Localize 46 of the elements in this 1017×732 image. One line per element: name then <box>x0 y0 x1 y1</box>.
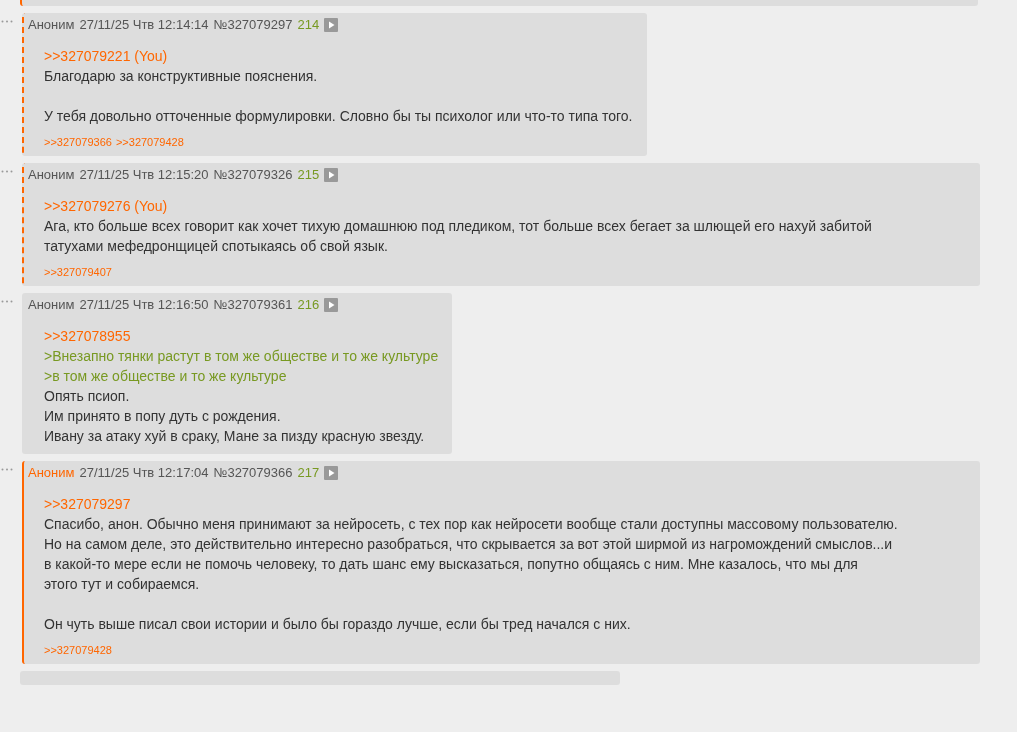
menu-dots-icon[interactable] <box>1 300 13 303</box>
post-text: татухами мефедронщицей спотыкаясь об свой язык. <box>44 237 389 256</box>
menu-dots-icon[interactable] <box>1 170 13 173</box>
post-date: 27/11/25 Чтв 12:17:04 <box>79 465 209 480</box>
post-text: в какой-то мере если не помочь человеку, то дать шанс ему высказаться, попутно общаясь с ним. Мне казалось, что мы для <box>44 555 859 574</box>
post-text: Им принято в попу дуть с рождения. <box>44 407 282 426</box>
quote-text: >Внезапно тянки растут в том же обществе и то же культуре <box>44 347 439 366</box>
post-author: Аноним <box>28 167 75 182</box>
reply-link[interactable]: >>327079276 (You) <box>44 196 966 216</box>
post-text: У тебя довольно отточенные формулировки. Словно бы ты психолог или что-то типа того. <box>44 107 633 126</box>
post-author: Аноним <box>28 17 75 32</box>
post-ordinal: 215 <box>297 167 320 182</box>
play-icon[interactable] <box>324 17 339 32</box>
reply-link[interactable]: >>327079428 <box>44 644 112 656</box>
post-text: Он чуть выше писал свои истории и было бы гораздо лучше, если бы тред начался с них. <box>44 615 632 634</box>
post-author: Аноним <box>28 465 75 480</box>
play-icon[interactable] <box>324 465 339 480</box>
post-text: Благодарю за конструктивные пояснения. <box>44 67 319 86</box>
post-number[interactable]: №327079361 <box>213 297 293 312</box>
post-number[interactable]: №327079297 <box>213 17 293 32</box>
post-number[interactable]: №327079326 <box>213 167 293 182</box>
post-text: Опять псиоп. <box>44 387 131 406</box>
post-ordinal: 216 <box>297 297 320 312</box>
reply-link[interactable]: >>327079407 <box>44 266 112 278</box>
post-text: Спасибо, анон. Обычно меня принимают за нейросеть, с тех пор как нейросети вообще стали доступны массовому пользователю. <box>44 515 899 534</box>
post-date: 27/11/25 Чтв 12:16:50 <box>79 297 209 312</box>
post-ordinal: 217 <box>297 465 320 480</box>
post-ordinal: 214 <box>297 17 320 32</box>
post-text: этого тут и собираемся. <box>44 575 201 594</box>
menu-dots-icon[interactable] <box>1 20 13 23</box>
post-text: Ивану за атаку хуй в сраку, Мане за пизду красную звезду. <box>44 427 426 446</box>
post-text: Ага, кто больше всех говорит как хочет тихую домашнюю под пледиком, тот больше всех бегает за шлющей его нахуй забитой <box>44 217 873 236</box>
reply-link[interactable]: >>327079366 <box>44 136 112 148</box>
quote-text: >в том же обществе и то же культуре <box>44 367 288 386</box>
reply-link[interactable]: >>327079297 <box>44 494 966 514</box>
reply-link[interactable]: >>327079221 (You) <box>44 46 633 66</box>
reply-link[interactable]: >>327078955 <box>44 326 439 346</box>
reply-link[interactable]: >>327079428 <box>115 136 184 148</box>
play-icon[interactable] <box>324 167 339 182</box>
menu-dots-icon[interactable] <box>1 468 13 471</box>
post-author: Аноним <box>28 297 75 312</box>
post-number[interactable]: №327079366 <box>213 465 293 480</box>
post-text: Но на самом деле, это действительно интересно разобраться, что скрывается за вот этой ширмой из нагромождений смыслов...и <box>44 535 894 554</box>
post-date: 27/11/25 Чтв 12:14:14 <box>79 17 209 32</box>
post-date: 27/11/25 Чтв 12:15:20 <box>79 167 209 182</box>
play-icon[interactable] <box>324 297 339 312</box>
